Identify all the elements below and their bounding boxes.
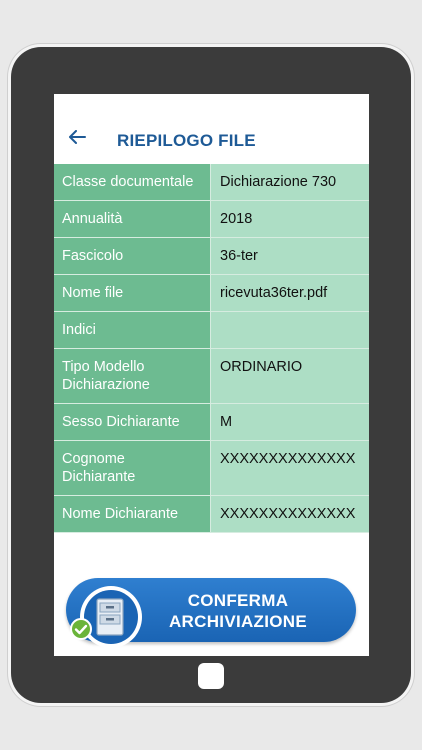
row-label: Classe documentale <box>54 164 211 200</box>
table-row: Nome file ricevuta36ter.pdf <box>54 275 369 312</box>
row-label: Tipo Modello Dichiarazione <box>54 349 211 403</box>
app-bar: RIEPILOGO FILE <box>54 94 369 164</box>
row-value: ricevuta36ter.pdf <box>211 275 369 311</box>
table-row: Classe documentale Dichiarazione 730 <box>54 164 369 201</box>
row-label: Annualità <box>54 201 211 237</box>
row-label: Indici <box>54 312 211 348</box>
confirm-archive-button[interactable]: CONFERMA ARCHIVIAZIONE <box>66 578 356 648</box>
confirm-button-label: CONFERMA ARCHIVIAZIONE <box>128 590 348 632</box>
row-label: Fascicolo <box>54 238 211 274</box>
footer-bar: CONFERMA ARCHIVIAZIONE <box>54 564 369 656</box>
confirm-label-line2: ARCHIVIAZIONE <box>168 612 307 631</box>
row-value: 36-ter <box>211 238 369 274</box>
table-row: Sesso Dichiarante M <box>54 404 369 441</box>
check-circle-icon <box>70 618 92 640</box>
row-value <box>211 312 369 348</box>
row-value: Dichiarazione 730 <box>211 164 369 200</box>
row-value: ORDINARIO <box>211 349 369 403</box>
home-button[interactable] <box>198 663 224 689</box>
row-label: Nome file <box>54 275 211 311</box>
table-row: Tipo Modello Dichiarazione ORDINARIO <box>54 349 369 404</box>
row-label: Sesso Dichiarante <box>54 404 211 440</box>
table-row: Fascicolo 36-ter <box>54 238 369 275</box>
table-row: Indici <box>54 312 369 349</box>
row-value: M <box>211 404 369 440</box>
row-value: 2018 <box>211 201 369 237</box>
table-row: Annualità 2018 <box>54 201 369 238</box>
row-value: XXXXXXXXXXXXXX <box>211 496 369 532</box>
file-summary-table: Classe documentale Dichiarazione 730 Ann… <box>54 164 369 533</box>
back-arrow-icon[interactable] <box>68 130 86 144</box>
row-label: Cognome Dichiarante <box>54 441 211 495</box>
app-screen: RIEPILOGO FILE Classe documentale Dichia… <box>54 94 369 656</box>
confirm-label-line1: CONFERMA <box>187 591 289 610</box>
table-row: Cognome Dichiarante XXXXXXXXXXXXXX <box>54 441 369 496</box>
page-title: RIEPILOGO FILE <box>117 131 256 150</box>
table-row: Nome Dichiarante XXXXXXXXXXXXXX <box>54 496 369 533</box>
row-value: XXXXXXXXXXXXXX <box>211 441 369 495</box>
row-label: Nome Dichiarante <box>54 496 211 532</box>
